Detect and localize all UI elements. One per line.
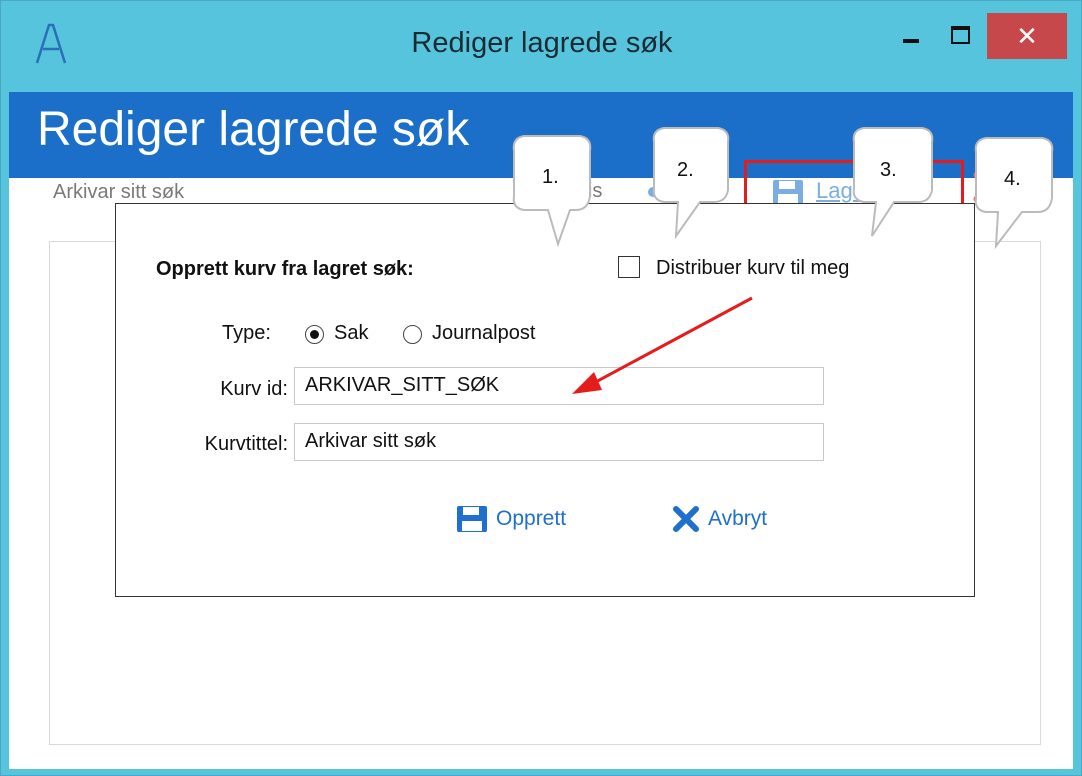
type-radio-sak[interactable] <box>305 325 324 344</box>
type-option-journalpost-label: Journalpost <box>432 322 536 344</box>
cancel-button-label: Avbryt <box>708 507 768 530</box>
type-option-sak-label: Sak <box>334 322 369 344</box>
create-button-label: Opprett <box>496 507 567 530</box>
minimize-button[interactable] <box>891 15 935 55</box>
callout-3-number: 3. <box>880 159 897 181</box>
cancel-x-icon <box>673 506 699 532</box>
saved-search-name: Arkivar sitt søk <box>53 181 185 203</box>
close-button[interactable]: ✕ <box>987 13 1067 59</box>
callout-4-number: 4. <box>1004 168 1021 190</box>
callout-2-number: 2. <box>677 159 694 181</box>
callout-1-number: 1. <box>542 166 559 188</box>
close-icon: ✕ <box>1016 21 1038 51</box>
kurv-id-field[interactable]: ARKIVAR_SITT_SØK <box>294 367 824 405</box>
distribute-checkbox[interactable] <box>618 256 640 278</box>
delete-icon[interactable] <box>972 170 1006 204</box>
title-bar[interactable]: Rediger lagrede søk ✕ <box>1 1 1082 93</box>
maximize-button[interactable] <box>939 15 983 55</box>
save-icon <box>457 506 487 532</box>
kurvtittel-field[interactable]: Arkivar sitt søk <box>294 423 824 461</box>
kurv-id-label: Kurv id: <box>220 378 288 400</box>
type-label: Type: <box>222 322 271 344</box>
save-icon <box>773 180 803 204</box>
kurvtittel-label: Kurvtittel: <box>204 433 288 455</box>
vis-label: Vis <box>575 180 603 202</box>
dialog-heading: Opprett kurv fra lagret søk: <box>156 258 414 280</box>
create-button[interactable]: Opprett <box>456 505 566 533</box>
page-title: Rediger lagrede søk <box>37 103 470 156</box>
cancel-button[interactable]: Avbryt <box>672 505 767 533</box>
distribute-label: Distribuer kurv til meg <box>656 257 850 279</box>
type-radio-journalpost[interactable] <box>403 325 422 344</box>
